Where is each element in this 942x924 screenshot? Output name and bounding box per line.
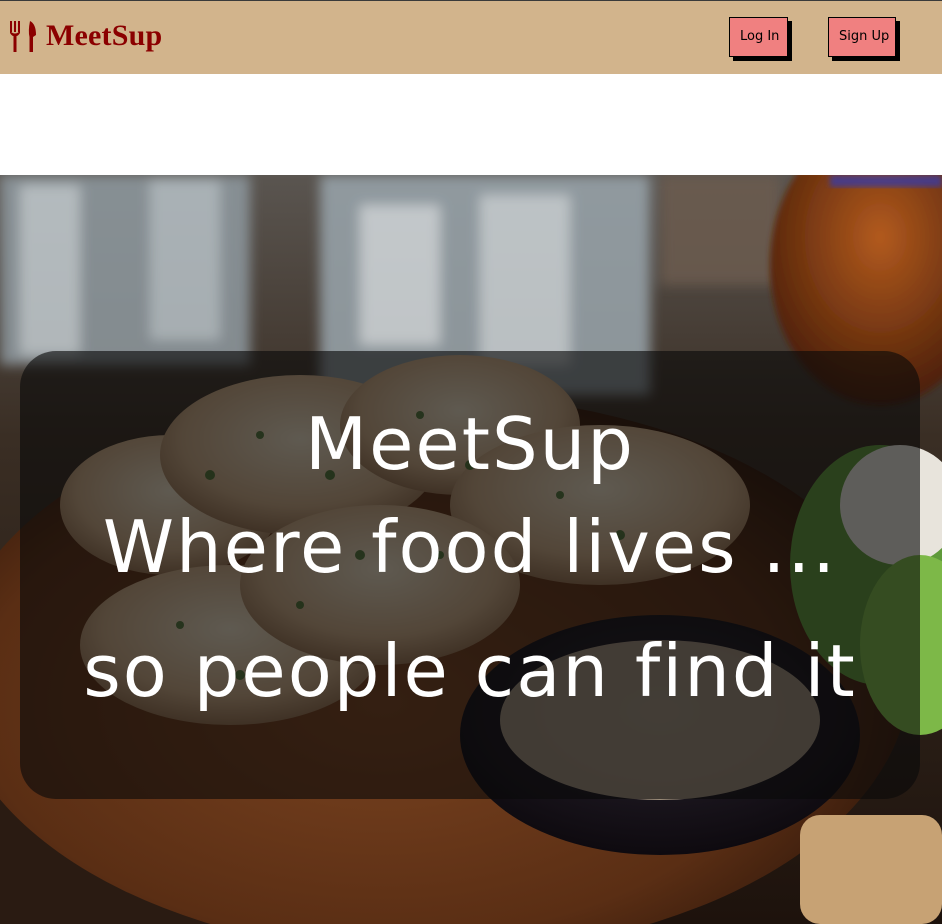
navbar: MeetSup Log In Sign Up bbox=[0, 0, 942, 74]
signup-button[interactable]: Sign Up bbox=[828, 17, 896, 57]
brand-link[interactable]: MeetSup bbox=[8, 18, 162, 54]
hero-overlay-card: MeetSup Where food lives ... so people c… bbox=[20, 351, 920, 799]
hero-tagline-line1: Where food lives ... bbox=[102, 505, 838, 589]
login-button[interactable]: Log In bbox=[729, 17, 788, 57]
fork-knife-icon bbox=[10, 21, 36, 52]
landing-page: MeetSup Log In Sign Up MeetSup Where foo… bbox=[0, 0, 942, 924]
brand-name: MeetSup bbox=[46, 19, 163, 52]
hero-section: MeetSup Where food lives ... so people c… bbox=[0, 175, 942, 924]
hero-title: MeetSup bbox=[305, 402, 635, 486]
hero-tagline-line2: so people can find it bbox=[83, 629, 857, 713]
